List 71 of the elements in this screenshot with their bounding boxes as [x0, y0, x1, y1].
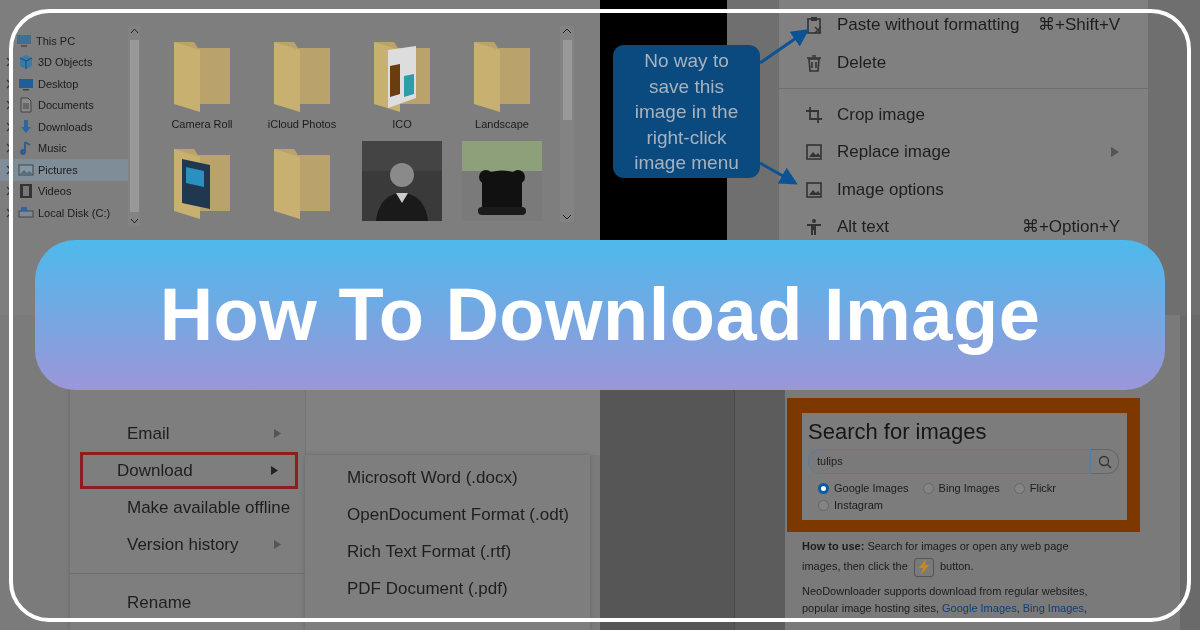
scroll-up-icon	[562, 28, 572, 34]
search-field[interactable]: tulips	[808, 449, 1091, 474]
file-label[interactable]: ICO	[392, 116, 412, 133]
menu-item[interactable]: Delete	[778, 51, 1149, 74]
download-icon	[18, 118, 34, 135]
banner-title: How To Download Image	[159, 271, 1041, 358]
trash-icon	[804, 53, 823, 72]
radio-label[interactable]: Instagram	[834, 497, 883, 514]
radio-label[interactable]: Google Images	[834, 480, 909, 497]
file-label[interactable]: Camera Roll	[171, 116, 233, 133]
drive-icon	[18, 204, 34, 221]
document-icon	[18, 97, 34, 114]
radio-button[interactable]	[818, 500, 829, 511]
callout-note: No way to save this image in the right-click image menu	[613, 45, 760, 178]
tree-item[interactable]: Videos	[0, 180, 128, 202]
arrow	[759, 28, 810, 65]
clipboard-icon	[804, 16, 823, 34]
radio-button[interactable]	[1013, 483, 1025, 494]
menu-item[interactable]: Email	[80, 415, 298, 452]
tree-item[interactable]: Music	[0, 137, 128, 159]
menu-item[interactable]: Image options	[778, 178, 1149, 201]
search-button[interactable]	[1091, 449, 1119, 474]
image-icon	[804, 180, 823, 199]
pc-icon	[16, 32, 32, 49]
scroll-down-icon	[562, 214, 572, 220]
menu-item[interactable]: Download	[80, 452, 298, 489]
person-icon	[804, 218, 823, 236]
text-link[interactable]: Google Images	[942, 601, 1017, 614]
scroll-down-icon	[129, 218, 139, 224]
radio-button[interactable]	[922, 483, 934, 494]
menu-item[interactable]: Rename	[80, 584, 298, 621]
panel-title: Search for images	[808, 418, 988, 446]
shortcut-text: ⌘+Shift+V	[1038, 14, 1121, 37]
menu-item[interactable]: PDF Document (.pdf)	[305, 570, 590, 607]
arrow	[759, 161, 798, 185]
menu-item[interactable]: Crop image	[778, 103, 1149, 126]
shortcut-text: ⌘+Option+Y	[1021, 216, 1121, 239]
menu-item[interactable]: Version history	[80, 526, 298, 563]
tree-item[interactable]: Pictures	[0, 159, 128, 181]
menu-item[interactable]: Alt text ⌘+Option+Y	[778, 216, 1149, 238]
lightning-button[interactable]	[913, 557, 934, 577]
tree-item[interactable]: This PC	[0, 30, 128, 52]
text-link[interactable]: Bing Images	[1022, 601, 1084, 614]
tree-item[interactable]: Downloads	[0, 116, 128, 138]
search-icon	[1097, 454, 1112, 469]
menu-item[interactable]: Microsoft Word (.docx)	[305, 459, 590, 496]
lightning-icon	[917, 559, 930, 576]
tree-item[interactable]: Documents	[0, 94, 128, 116]
scrollbar[interactable]	[560, 26, 574, 222]
pictures-icon	[18, 161, 34, 178]
cube-icon	[18, 54, 34, 71]
tree-item[interactable]: Local Disk (C:)	[0, 202, 128, 224]
crop-icon	[804, 105, 823, 124]
support-text: NeoDownloader supports download from regular websites, popular image hosting sites, Google Images, Bing Images,	[801, 583, 1089, 616]
menu-item[interactable]: OpenDocument Format (.odt)	[305, 496, 590, 533]
file-label[interactable]: Landscape	[475, 116, 529, 133]
radio-label[interactable]: Bing Images	[938, 480, 1000, 497]
help-text: How to use: Search for images or open any web page images, then click the button.	[787, 532, 1180, 577]
tree-item[interactable]: Desktop	[0, 73, 128, 95]
menu-item[interactable]: Paste without formatting ⌘+Shift+V	[778, 14, 1149, 36]
image-icon	[804, 143, 823, 161]
radio-label[interactable]: Flickr	[1029, 480, 1057, 497]
radio-button[interactable]	[818, 483, 829, 494]
scrollbar[interactable]	[128, 26, 140, 226]
menu-item[interactable]: Replace image	[778, 141, 1149, 163]
menu-item[interactable]: Make available offline	[80, 489, 298, 526]
tree-item[interactable]: 3D Objects	[0, 51, 128, 73]
film-icon	[18, 183, 34, 200]
scroll-up-icon	[129, 28, 139, 34]
menu-item[interactable]: Rich Text Format (.rtf)	[305, 533, 590, 570]
file-label[interactable]: iCloud Photos	[267, 116, 337, 133]
